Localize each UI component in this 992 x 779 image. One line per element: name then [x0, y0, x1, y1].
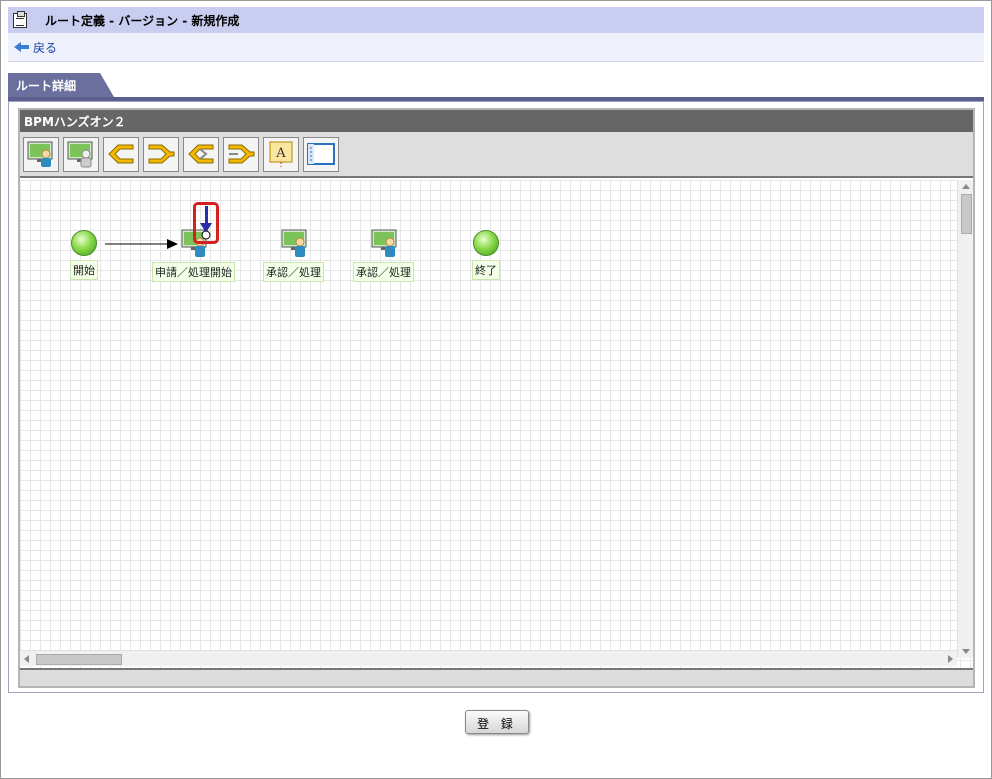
node-approve-2[interactable]: 承認／処理	[353, 228, 414, 282]
node-approve-1[interactable]: 承認／処理	[263, 228, 324, 282]
tool-user-task-button[interactable]	[23, 136, 59, 172]
parallel-start-icon	[188, 144, 214, 164]
window-frame: ルート定義 - バージョン - 新規作成 戻る ルート詳細 BPMハンズオン２	[0, 0, 992, 779]
route-canvas[interactable]: 開始 申請／処理開始 承認／処理 承認／処理 終了	[20, 180, 973, 668]
branch-end-icon	[148, 144, 175, 164]
route-editor: BPMハンズオン２ A 開始 申請／処理開始 承認／処理 承認／処理 終了	[18, 108, 975, 688]
user-task-alt-node-icon	[67, 141, 93, 168]
route-name-header: BPMハンズオン２	[20, 110, 973, 132]
start-node-icon	[71, 230, 97, 256]
document-icon	[13, 10, 27, 28]
tab-route-detail[interactable]: ルート詳細	[8, 73, 114, 97]
tool-text-button[interactable]: A	[263, 136, 299, 172]
scroll-down-icon[interactable]	[962, 649, 970, 654]
page-title: ルート定義 - バージョン - 新規作成	[45, 13, 240, 28]
scroll-left-icon[interactable]	[24, 655, 29, 663]
user-task-node-icon	[27, 141, 53, 167]
tool-branch-end-button[interactable]	[143, 136, 179, 172]
title-bar: ルート定義 - バージョン - 新規作成	[8, 7, 984, 33]
text-annotation-icon: A	[269, 141, 293, 167]
vertical-scrollbar[interactable]	[957, 180, 973, 658]
back-link[interactable]: 戻る	[14, 39, 57, 56]
scroll-thumb[interactable]	[36, 654, 122, 665]
editor-status-bar	[20, 668, 973, 686]
route-detail-panel: BPMハンズオン２ A 開始 申請／処理開始 承認／処理 承認／処理 終了	[8, 101, 984, 693]
node-label: 開始	[70, 260, 98, 280]
tool-branch-start-button[interactable]	[103, 136, 139, 172]
tab-strip: ルート詳細	[8, 73, 984, 101]
scroll-thumb[interactable]	[961, 194, 972, 234]
node-label: 承認／処理	[353, 262, 414, 282]
horizontal-scrollbar[interactable]	[20, 650, 957, 666]
node-label: 終了	[472, 260, 500, 280]
node-label: 申請／処理開始	[152, 262, 235, 282]
parallel-end-icon	[228, 144, 255, 164]
end-node-icon	[473, 230, 499, 256]
editor-toolbar: A	[20, 132, 973, 178]
form-icon	[307, 143, 335, 165]
tool-parallel-start-button[interactable]	[183, 136, 219, 172]
node-end[interactable]: 終了	[472, 230, 500, 280]
user-task-node-icon	[371, 229, 396, 257]
back-arrow-icon	[14, 42, 30, 52]
back-bar: 戻る	[8, 33, 984, 62]
register-button[interactable]: 登 録	[465, 710, 529, 734]
tool-user-task-alt-button[interactable]	[63, 136, 99, 172]
tab-label: ルート詳細	[16, 79, 77, 93]
arrow-down-icon	[200, 206, 212, 240]
tool-form-button[interactable]	[303, 136, 339, 172]
route-name: BPMハンズオン２	[24, 115, 126, 129]
tool-parallel-end-button[interactable]	[223, 136, 259, 172]
connection-handle[interactable]	[193, 202, 219, 244]
node-label: 承認／処理	[263, 262, 324, 282]
branch-start-icon	[108, 144, 134, 164]
scroll-right-icon[interactable]	[948, 655, 953, 663]
back-label: 戻る	[33, 40, 58, 55]
svg-text:A: A	[275, 146, 286, 161]
node-start[interactable]: 開始	[70, 230, 98, 280]
user-task-node-icon	[281, 229, 306, 257]
scroll-up-icon[interactable]	[962, 184, 970, 189]
